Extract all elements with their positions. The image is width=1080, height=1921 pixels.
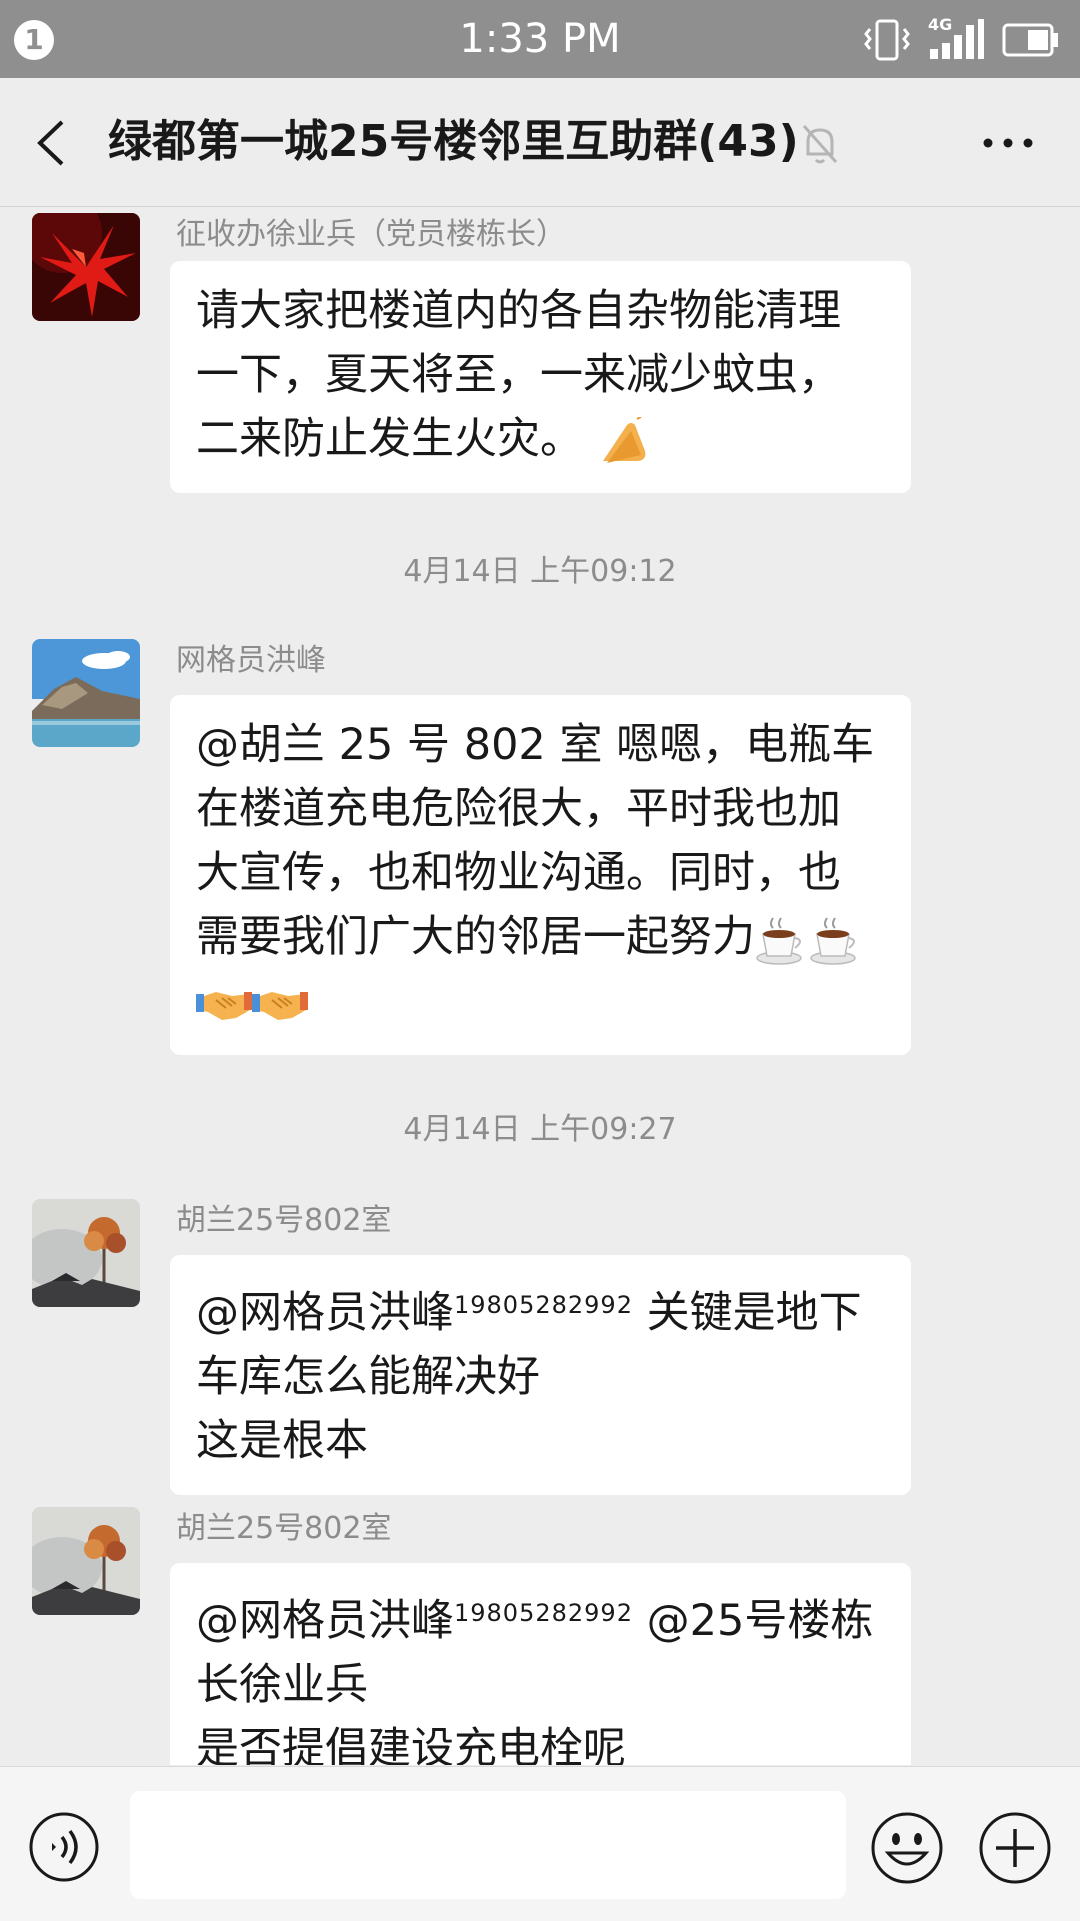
message-line-wrap bbox=[196, 969, 887, 1033]
message-bubble[interactable]: @网格员洪峰19805282992 @25号楼栋 长徐业兵 是否提倡建设充电栓呢 bbox=[170, 1563, 911, 1765]
avatar[interactable] bbox=[32, 213, 140, 321]
voice-icon[interactable] bbox=[28, 1811, 100, 1883]
message-line-wrap: 二来防止发生火灾。 bbox=[196, 407, 887, 471]
timestamp: 4月14日 上午09:27 bbox=[403, 1112, 677, 1147]
message-line: 这是根本 bbox=[196, 1416, 368, 1466]
status-bar: 1 1:33 PM 4G bbox=[0, 0, 1080, 78]
phone-superscript: 19805282992 bbox=[454, 1291, 633, 1319]
message-line: 二来防止发生火灾。 bbox=[196, 414, 583, 464]
message-line: 在楼道充电危险很大，平时我也加 bbox=[196, 784, 841, 834]
smiley-icon[interactable] bbox=[870, 1811, 944, 1885]
chat-title: 绿都第一城25号楼邻里互助群(43) bbox=[108, 116, 799, 167]
timestamp: 4月14日 上午09:12 bbox=[403, 554, 677, 589]
back-arrow-icon[interactable] bbox=[32, 118, 72, 168]
avatar[interactable] bbox=[32, 1507, 140, 1615]
mute-bell-icon bbox=[802, 125, 838, 164]
input-bar bbox=[0, 1766, 1080, 1921]
message-line: 一下，夏天将至，一来减少蚊虫， bbox=[196, 350, 841, 400]
message-line-wrap: 需要我们广大的邻居一起努力 bbox=[196, 905, 887, 969]
message-list[interactable]: 征收办徐业兵（党员楼栋长） 请大家把楼道内的各自杂物能清理 一下，夏天将至，一来… bbox=[0, 207, 1080, 1765]
avatar[interactable] bbox=[32, 1199, 140, 1307]
sender-name: 胡兰25号802室 bbox=[176, 1203, 392, 1238]
coffee-emoji-icon bbox=[810, 916, 856, 965]
message-line: 是否提倡建设充电栓呢 bbox=[196, 1724, 626, 1765]
message-bubble[interactable]: 请大家把楼道内的各自杂物能清理 一下，夏天将至，一来减少蚊虫， 二来防止发生火灾… bbox=[170, 261, 911, 493]
message-line: 大宣传，也和物业沟通。同时，也 bbox=[196, 848, 841, 898]
message-text: @25号楼栋 bbox=[632, 1596, 874, 1646]
message-line: 车库怎么能解决好 bbox=[196, 1352, 540, 1402]
message-line: 需要我们广大的邻居一起努力 bbox=[196, 912, 755, 962]
message-line: 请大家把楼道内的各自杂物能清理 bbox=[196, 286, 841, 336]
plus-icon[interactable] bbox=[978, 1811, 1052, 1885]
message-bubble[interactable]: @网格员洪峰19805282992 关键是地下 车库怎么能解决好 这是根本 bbox=[170, 1255, 911, 1495]
message-line: @胡兰 25 号 802 室 嗯嗯，电瓶车 bbox=[196, 720, 875, 770]
message-text: 关键是地下 bbox=[632, 1288, 862, 1338]
signal-icon: 4G bbox=[928, 15, 984, 61]
coffee-emoji-icon bbox=[756, 916, 802, 965]
battery-icon bbox=[1002, 23, 1058, 57]
more-dots-icon[interactable] bbox=[980, 128, 1036, 158]
sender-name: 网格员洪峰 bbox=[176, 643, 326, 678]
message-line-wrap: @网格员洪峰19805282992 @25号楼栋 bbox=[196, 1581, 887, 1653]
message-line: 长徐业兵 bbox=[196, 1660, 368, 1710]
status-icons: 4G bbox=[864, 15, 1060, 62]
phone-superscript: 19805282992 bbox=[454, 1599, 633, 1627]
sender-name: 胡兰25号802室 bbox=[176, 1511, 392, 1546]
avatar[interactable] bbox=[32, 639, 140, 747]
clap-emoji-icon bbox=[602, 416, 646, 463]
chat-header: 绿都第一城25号楼邻里互助群(43) bbox=[0, 78, 1080, 207]
mention[interactable]: @网格员洪峰 bbox=[196, 1596, 454, 1646]
mention[interactable]: @网格员洪峰 bbox=[196, 1288, 454, 1338]
vibrate-icon bbox=[864, 19, 910, 61]
handshake-emoji-icon bbox=[252, 991, 308, 1020]
message-line-wrap: @网格员洪峰19805282992 关键是地下 bbox=[196, 1273, 887, 1345]
handshake-emoji-icon bbox=[196, 991, 252, 1020]
sender-name: 征收办徐业兵（党员楼栋长） bbox=[176, 217, 566, 252]
message-bubble[interactable]: @胡兰 25 号 802 室 嗯嗯，电瓶车 在楼道充电危险很大，平时我也加 大宣… bbox=[170, 695, 911, 1055]
message-input[interactable] bbox=[130, 1791, 846, 1899]
